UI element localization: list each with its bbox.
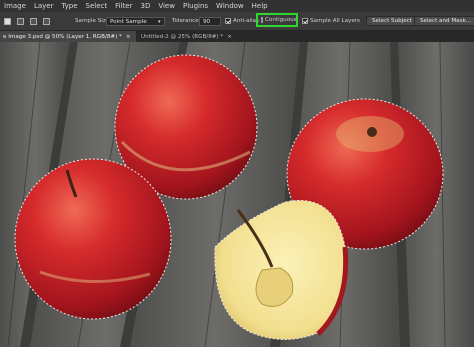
tab-untitled-2[interactable]: Untitled-2 @ 25% (RGB/8#) * ×	[138, 31, 254, 42]
sample-all-layers-check-icon	[302, 18, 308, 24]
menu-filter[interactable]: Filter	[111, 2, 136, 10]
select-subject-button[interactable]: Select Subject	[366, 16, 418, 26]
menu-image[interactable]: Image	[0, 2, 30, 10]
sample-size-dropdown[interactable]: Point Sample ▾	[106, 17, 165, 26]
menu-type[interactable]: Type	[57, 2, 81, 10]
tolerance-label: Tolerance:	[172, 18, 201, 24]
close-icon[interactable]: ×	[227, 34, 232, 40]
tolerance-input[interactable]: 90	[199, 17, 221, 26]
menu-3d[interactable]: 3D	[137, 2, 155, 10]
subtract-selection-icon[interactable]	[30, 17, 37, 25]
apples-photo	[0, 42, 474, 347]
menu-layer[interactable]: Layer	[30, 2, 58, 10]
sample-all-layers-checkbox[interactable]: Sample All Layers	[302, 15, 360, 27]
sample-size-value: Point Sample	[110, 18, 147, 25]
document-tab-bar: e Image 3.psd @ 50% (Layer 1, RGB/8#) * …	[0, 31, 474, 42]
document-canvas[interactable]	[0, 42, 474, 347]
contiguous-label: Contiguous	[265, 17, 297, 23]
new-selection-icon[interactable]	[4, 17, 11, 25]
menu-window[interactable]: Window	[212, 2, 248, 10]
intersect-selection-icon[interactable]	[43, 17, 50, 25]
apple-left	[14, 158, 172, 320]
tolerance-value: 90	[203, 18, 211, 25]
anti-alias-checkbox[interactable]: Anti-alias	[225, 15, 259, 27]
menu-view[interactable]: View	[154, 2, 179, 10]
add-selection-icon[interactable]	[17, 17, 24, 25]
anti-alias-check-icon	[225, 18, 231, 24]
select-and-mask-button[interactable]: Select and Mask...	[414, 16, 474, 26]
menu-bar: Image Layer Type Select Filter 3D View P…	[0, 0, 474, 12]
options-bar: Sample Size: Point Sample ▾ Tolerance: 9…	[0, 12, 474, 31]
menu-help[interactable]: Help	[248, 2, 272, 10]
selection-mode-icons	[4, 15, 50, 27]
chevron-down-icon: ▾	[158, 18, 161, 25]
menu-select[interactable]: Select	[82, 2, 112, 10]
tab-image-3[interactable]: e Image 3.psd @ 50% (Layer 1, RGB/8#) * …	[0, 31, 136, 42]
close-icon[interactable]: ×	[126, 34, 131, 40]
sample-all-layers-label: Sample All Layers	[310, 18, 360, 24]
contiguous-checkbox[interactable]: Contiguous	[256, 13, 298, 27]
contiguous-check-icon	[261, 17, 263, 23]
menu-plugins[interactable]: Plugins	[179, 2, 212, 10]
tab-label: Untitled-2 @ 25% (RGB/8#) *	[141, 33, 224, 40]
tab-label: e Image 3.psd @ 50% (Layer 1, RGB/8#) *	[3, 33, 122, 40]
